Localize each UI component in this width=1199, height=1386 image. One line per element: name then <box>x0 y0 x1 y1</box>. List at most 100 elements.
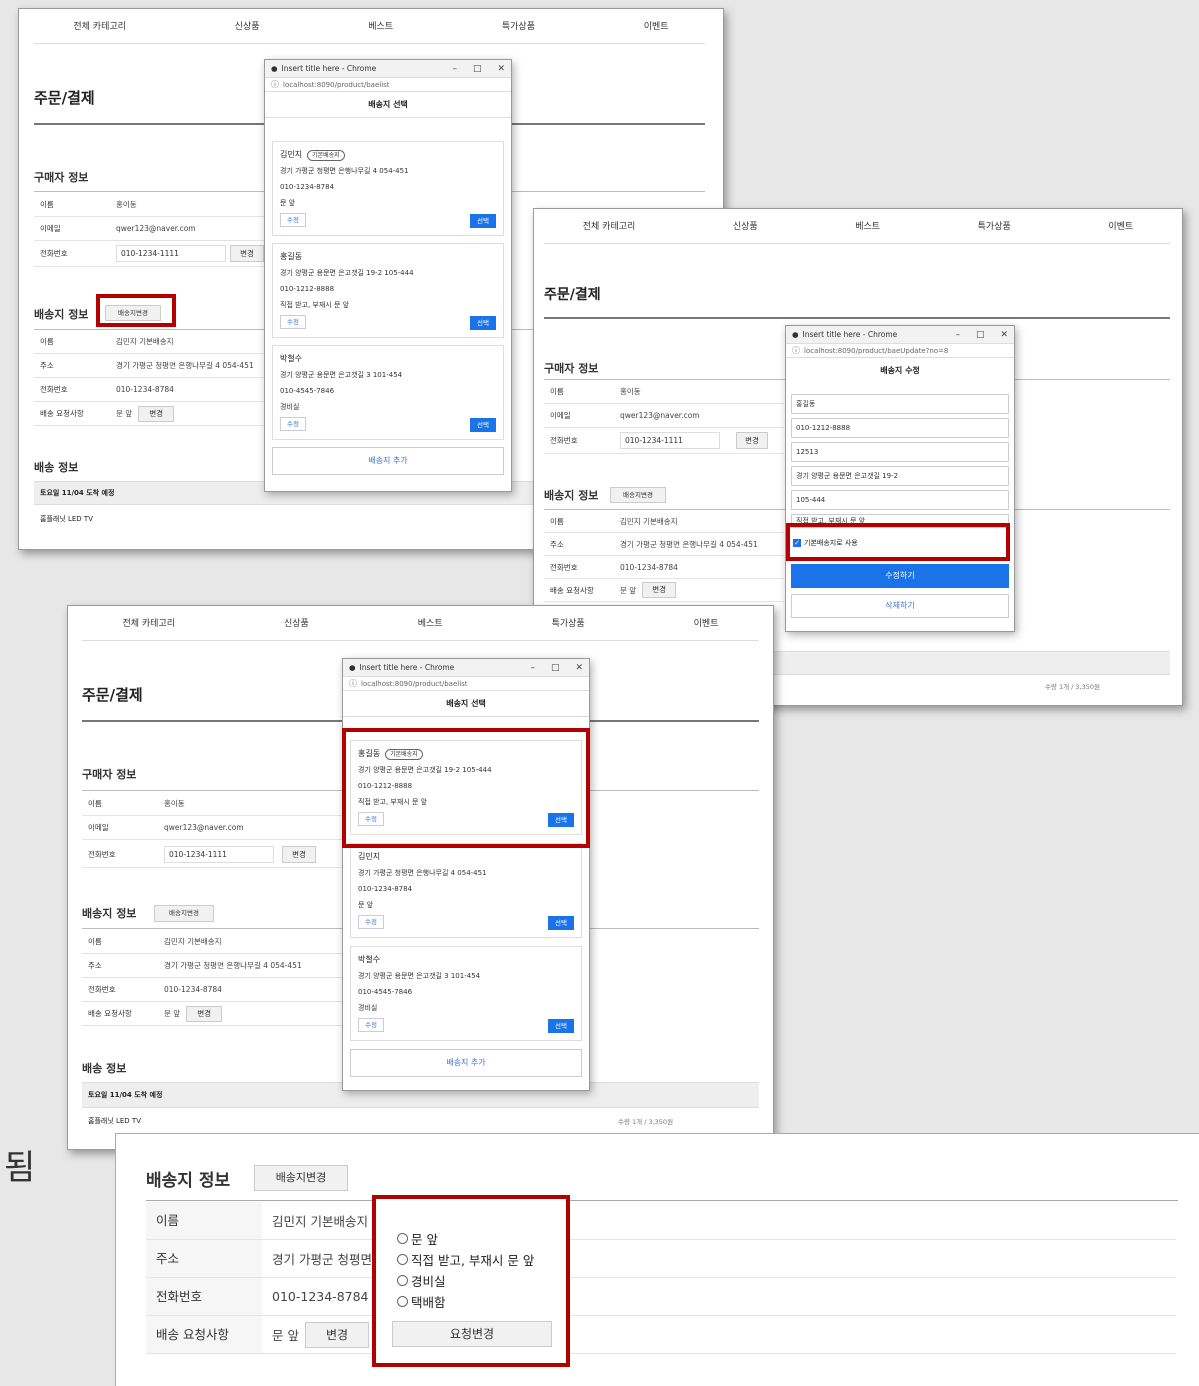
buyer-section-title: 구매자 정보 <box>34 171 89 184</box>
delivery-product: 홈플래닛 LED TV <box>40 515 93 523</box>
shipping-addr-label: 주소 <box>88 961 102 970</box>
shipping-addr-label: 주소 <box>550 539 564 549</box>
shipping-change-button[interactable]: 배송지변경 <box>154 905 214 922</box>
nav-deals[interactable]: 특가상품 <box>552 616 585 629</box>
minimize-icon[interactable]: – <box>452 64 457 74</box>
buyer-phone-input[interactable]: 010-1234-1111 <box>620 432 720 449</box>
maximize-icon[interactable]: □ <box>551 663 560 673</box>
chrome-icon: ● <box>349 663 356 672</box>
popup-header: 배송지 수정 <box>880 366 920 375</box>
shipping-request-change-button[interactable]: 변경 <box>304 1321 369 1348</box>
shipping-name: 김민지 기본배송지 <box>620 516 678 526</box>
zip-field[interactable]: 12513 <box>791 442 1009 462</box>
nav-deals[interactable]: 특가상품 <box>978 219 1011 232</box>
page-title: 주문/결제 <box>544 287 601 303</box>
buyer-phone-change-button[interactable]: 변경 <box>282 846 316 863</box>
delivery-qty-price: 수량 1개 / 3,350원 <box>1044 683 1100 691</box>
shipping-request: 문 앞 <box>620 585 637 595</box>
maximize-icon[interactable]: □ <box>976 330 985 340</box>
nav-best[interactable]: 베스트 <box>368 19 393 32</box>
add-address-button[interactable]: 배송지 추가 <box>350 1049 582 1077</box>
close-icon[interactable]: ✕ <box>497 64 505 74</box>
shipping-request-change-button[interactable]: 변경 <box>138 405 175 422</box>
address-memo: 문 앞 <box>358 901 374 909</box>
modify-button[interactable]: 수정 <box>358 915 384 929</box>
select-button[interactable]: 선택 <box>470 316 496 330</box>
address-name: 박철수 <box>280 354 303 363</box>
top-nav: 전체 카테고리 신상품 베스트 특가상품 이벤트 <box>68 616 773 629</box>
buyer-phone-change-button[interactable]: 변경 <box>230 245 264 262</box>
shipping-addr: 경기 가평군 청평면 은행나무길 4 054-451 <box>164 961 302 970</box>
buyer-phone-change-button[interactable]: 변경 <box>736 432 768 449</box>
modify-button[interactable]: 수정 <box>280 417 306 431</box>
shipping-change-button[interactable]: 배송지변경 <box>610 487 666 503</box>
shipping-name-label: 이름 <box>550 516 564 526</box>
shipping-request-change-button[interactable]: 변경 <box>186 1005 223 1022</box>
nav-all-categories[interactable]: 전체 카테고리 <box>583 219 636 232</box>
maximize-icon[interactable]: □ <box>473 64 482 74</box>
nav-new[interactable]: 신상품 <box>284 616 309 629</box>
buyer-email-label: 이메일 <box>40 224 61 233</box>
delete-button[interactable]: 삭제하기 <box>791 594 1009 618</box>
select-button[interactable]: 선택 <box>548 916 574 930</box>
shipping-phone-label: 전화번호 <box>146 1278 262 1315</box>
shipping-phone-label: 전화번호 <box>88 985 116 994</box>
address-phone: 010-1212-8888 <box>280 285 335 293</box>
delivery-section-title: 배송 정보 <box>82 1062 127 1075</box>
nav-all-categories[interactable]: 전체 카테고리 <box>73 19 126 32</box>
close-icon[interactable]: ✕ <box>1000 330 1008 340</box>
buyer-phone-input[interactable]: 010-1234-1111 <box>116 245 226 262</box>
nav-new[interactable]: 신상품 <box>733 219 758 232</box>
shipping-addr: 경기 가평군 청평면 <box>272 1252 372 1267</box>
info-icon: ⓘ <box>349 679 357 688</box>
phone-field[interactable]: 010-1212-8888 <box>791 418 1009 438</box>
nav-events[interactable]: 이벤트 <box>694 616 719 629</box>
add-address-button[interactable]: 배송지 추가 <box>272 447 504 475</box>
buyer-phone-input[interactable]: 010-1234-1111 <box>164 846 274 863</box>
nav-events[interactable]: 이벤트 <box>644 19 669 32</box>
shipping-name-label: 이름 <box>40 337 54 346</box>
side-note: 됨 <box>4 1148 36 1188</box>
modify-button[interactable]: 수정 <box>280 315 306 329</box>
page-title: 주문/결제 <box>34 89 95 107</box>
close-icon[interactable]: ✕ <box>575 663 583 673</box>
shipping-phone-label: 전화번호 <box>40 385 68 394</box>
select-button[interactable]: 선택 <box>470 418 496 432</box>
address2-field[interactable]: 105-444 <box>791 490 1009 510</box>
delivery-product: 홈플래닛 LED TV <box>88 1117 141 1125</box>
shipping-name: 김민지 기본배송지 <box>116 337 174 346</box>
popup-window-title: Insert title here - Chrome <box>281 64 377 73</box>
nav-new[interactable]: 신상품 <box>235 19 260 32</box>
name-field[interactable]: 홍길동 <box>791 394 1009 414</box>
shipping-addr: 경기 가평군 청평면 은행나무길 4 054-451 <box>116 361 254 370</box>
shipping-change-button[interactable]: 배송지변경 <box>254 1165 348 1191</box>
address-name: 김민지 <box>280 150 303 159</box>
address1-field[interactable]: 경기 양평군 용문면 은고갯길 19-2 <box>791 466 1009 486</box>
nav-all-categories[interactable]: 전체 카테고리 <box>122 616 175 629</box>
minimize-icon[interactable]: – <box>530 663 535 673</box>
shipping-request-change-button[interactable]: 변경 <box>642 582 677 598</box>
popup-url: localhost:8090/product/baelist <box>361 679 468 688</box>
popup-window-title: Insert title here - Chrome <box>359 663 455 672</box>
select-button[interactable]: 선택 <box>470 214 496 228</box>
address-name: 박철수 <box>358 955 381 964</box>
modify-button[interactable]: 수정 <box>280 213 306 227</box>
nav-events[interactable]: 이벤트 <box>1108 219 1133 232</box>
buyer-phone-label: 전화번호 <box>88 850 116 859</box>
nav-best[interactable]: 베스트 <box>418 616 443 629</box>
modify-button[interactable]: 수정 <box>358 1018 384 1032</box>
minimize-icon[interactable]: – <box>955 330 960 340</box>
buyer-name: 홍이동 <box>620 387 641 396</box>
buyer-section-title: 구매자 정보 <box>82 768 137 781</box>
update-button[interactable]: 수정하기 <box>791 564 1009 588</box>
shipping-request-label: 배송 요청사항 <box>146 1316 262 1353</box>
buyer-email: qwer123@naver.com <box>620 411 700 420</box>
shipping-request: 문 앞 <box>164 1009 181 1018</box>
select-button[interactable]: 선택 <box>548 1019 574 1033</box>
nav-deals[interactable]: 특가상품 <box>502 19 535 32</box>
buyer-email: qwer123@naver.com <box>164 823 244 832</box>
shipping-name-label: 이름 <box>146 1202 262 1239</box>
address-phone: 010-4545-7846 <box>280 387 335 395</box>
nav-best[interactable]: 베스트 <box>855 219 880 232</box>
buyer-email: qwer123@naver.com <box>116 224 196 233</box>
